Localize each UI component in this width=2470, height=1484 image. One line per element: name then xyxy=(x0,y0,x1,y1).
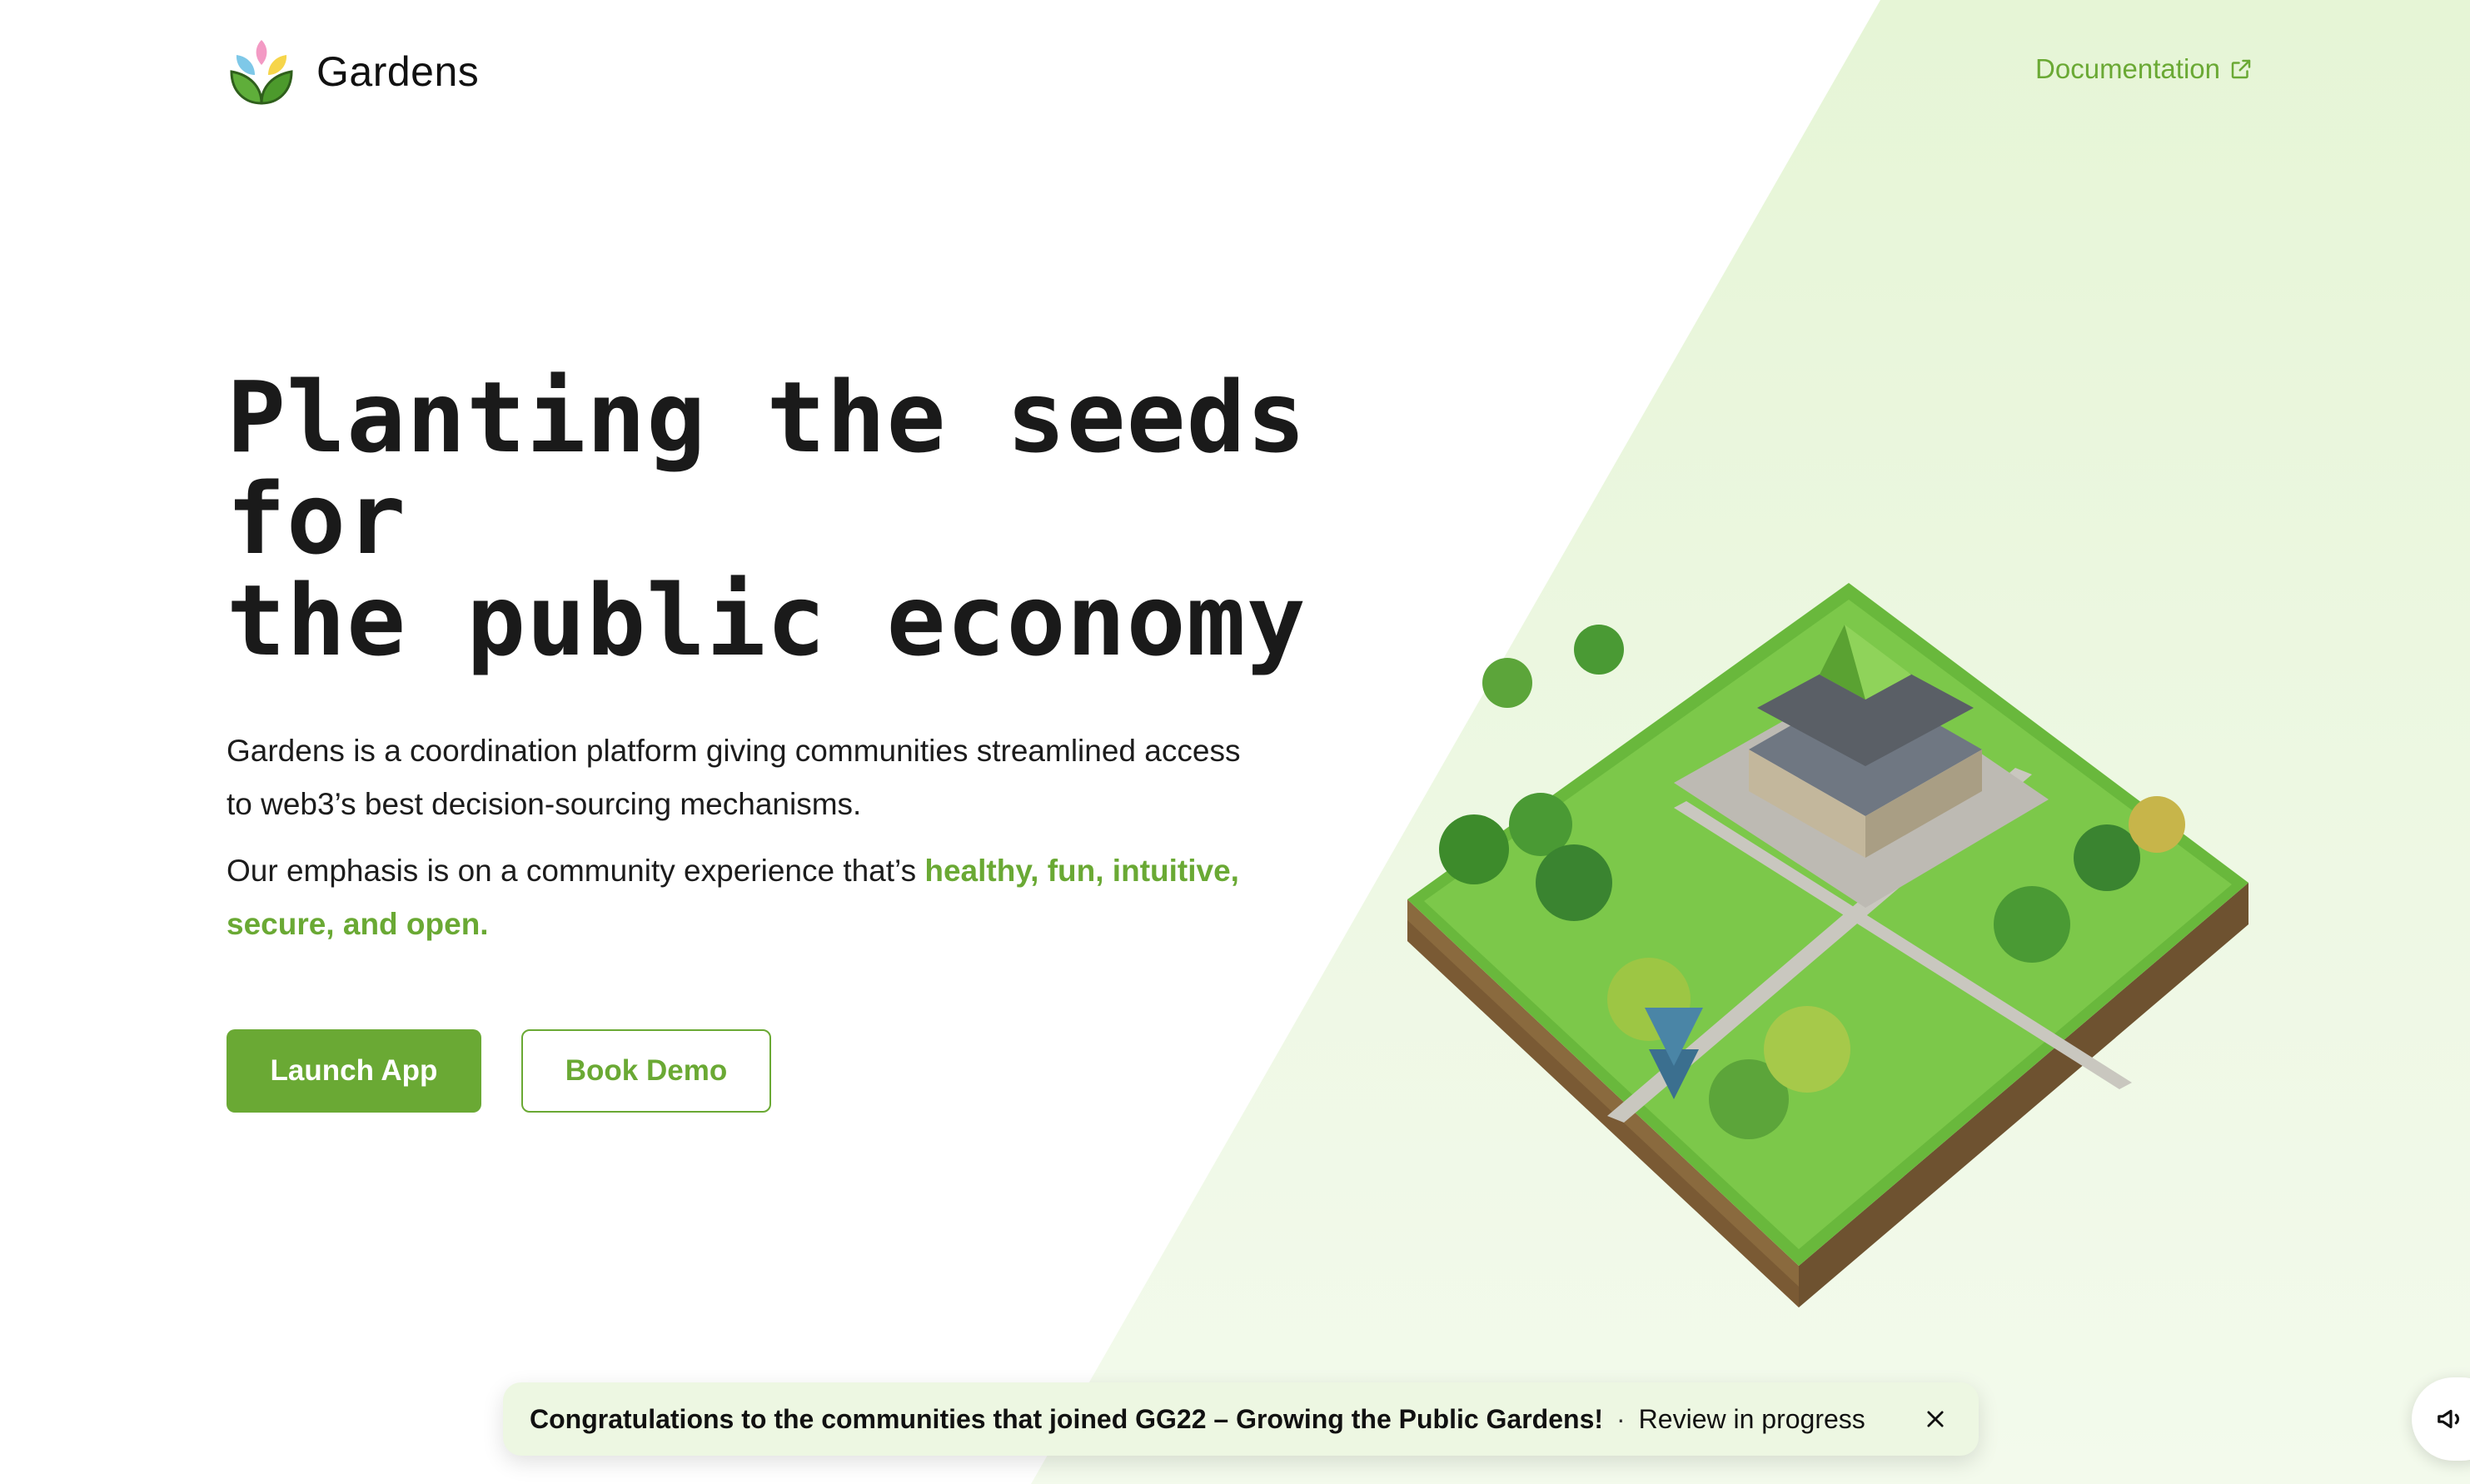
announcement-bar: Congratulations to the communities that … xyxy=(503,1382,1979,1456)
book-demo-button[interactable]: Book Demo xyxy=(521,1029,771,1113)
brand[interactable]: Gardens xyxy=(227,35,479,108)
launch-app-button[interactable]: Launch App xyxy=(227,1029,481,1113)
documentation-label: Documentation xyxy=(2035,53,2220,84)
hero-description-2-prefix: Our emphasis is on a community experienc… xyxy=(227,854,925,888)
top-nav: Gardens Documentation xyxy=(0,0,2470,150)
hero-title: Planting the seeds for the public econom… xyxy=(227,366,1392,671)
garden-illustration xyxy=(1407,583,2248,1307)
hero-description-1: Gardens is a coordination platform givin… xyxy=(227,734,1241,821)
gardens-logo-icon xyxy=(230,40,293,105)
hero-actions: Launch App Book Demo xyxy=(227,1029,1392,1113)
brand-name: Gardens xyxy=(316,48,480,95)
megaphone-icon xyxy=(2438,1409,2460,1429)
hero-description: Gardens is a coordination platform givin… xyxy=(227,725,1242,951)
hero-title-line-2: the public economy xyxy=(227,563,1307,678)
announcement-separator: · xyxy=(1616,1403,1626,1434)
announcement-status[interactable]: Review in progress xyxy=(1639,1404,1865,1435)
hero-title-line-1: Planting the seeds for xyxy=(227,360,1307,576)
announcement-message: Congratulations to the communities that … xyxy=(530,1403,1604,1434)
hero: Planting the seeds for the public econom… xyxy=(227,366,1392,1113)
external-link-icon xyxy=(2231,59,2251,79)
close-icon[interactable] xyxy=(1919,1402,1952,1436)
hero-description-2: Our emphasis is on a community experienc… xyxy=(227,844,1242,951)
documentation-link[interactable]: Documentation xyxy=(2035,53,2253,85)
